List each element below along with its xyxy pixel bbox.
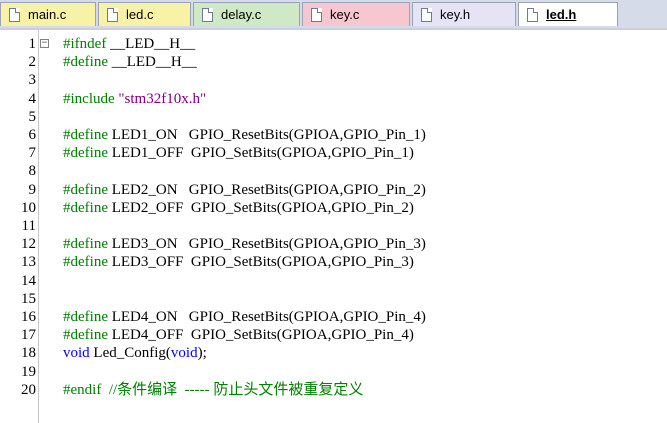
tab-key-h[interactable]: key.h xyxy=(412,2,516,26)
code-line: 14 xyxy=(0,273,667,289)
code-editor[interactable]: 1− #ifndef __LED__H__ 2 #define __LED__H__ 3… xyxy=(0,30,667,423)
line-number: 10 xyxy=(21,199,36,216)
tab-label: led.c xyxy=(126,7,154,22)
editor-tab-bar: main.c led.c delay.c key.c key.h led.h xyxy=(0,0,667,30)
file-icon xyxy=(527,7,538,22)
line-number: 19 xyxy=(21,363,36,380)
code-line: 5 xyxy=(0,109,667,125)
line-number: 4 xyxy=(28,90,37,107)
line-number: 17 xyxy=(21,327,36,344)
code-line: 7 #define LED1_OFF GPIO_SetBits(GPIOA,GPI… xyxy=(0,145,667,161)
tab-led-c[interactable]: led.c xyxy=(98,2,191,26)
line-number: 1 xyxy=(28,36,37,52)
code-line: 18 void Led_Config(void); xyxy=(0,345,667,361)
tab-main-c[interactable]: main.c xyxy=(0,2,96,26)
line-number: 15 xyxy=(21,290,36,307)
tab-led-h[interactable]: led.h xyxy=(518,2,618,26)
line-number: 16 xyxy=(21,309,36,325)
line-number: 6 xyxy=(28,127,37,143)
code-line: 16 #define LED4_ON GPIO_ResetBits(GPIOA,G… xyxy=(0,309,667,325)
code-line: 4 #include "stm32f10x.h" xyxy=(0,91,667,107)
line-number: 14 xyxy=(21,272,36,289)
line-number: 3 xyxy=(28,72,37,89)
tab-key-c[interactable]: key.c xyxy=(302,2,410,26)
code-line: 10 #define LED2_OFF GPIO_SetBits(GPIOA,GP… xyxy=(0,200,667,216)
code-line: 9 #define LED2_ON GPIO_ResetBits(GPIOA,GP… xyxy=(0,182,667,198)
line-number: 12 xyxy=(21,236,36,253)
code-text[interactable]: #define LED1_ON GPIO_ResetBits(GPIOA,GPI… xyxy=(63,127,426,143)
code-line: 6 #define LED1_ON GPIO_ResetBits(GPIOA,GP… xyxy=(0,127,667,143)
code-text[interactable]: #define LED3_ON GPIO_ResetBits(GPIOA,GPI… xyxy=(63,236,426,252)
code-line: 13 #define LED3_OFF GPIO_SetBits(GPIOA,GP… xyxy=(0,254,667,270)
line-number: 20 xyxy=(21,381,36,398)
code-text[interactable]: #define LED3_OFF GPIO_SetBits(GPIOA,GPIO… xyxy=(63,254,414,270)
code-line: 20 #endif //条件编译 ----- 防止头文件被重复定义 xyxy=(0,382,667,398)
tab-label: key.h xyxy=(440,7,471,22)
code-line: 3 xyxy=(0,72,667,88)
code-line: 1− #ifndef __LED__H__ xyxy=(0,36,667,52)
code-text[interactable]: #define LED2_OFF GPIO_SetBits(GPIOA,GPIO… xyxy=(63,200,414,216)
code-line: 11 xyxy=(0,218,667,234)
line-number: 9 xyxy=(28,181,37,198)
tab-label: led.h xyxy=(546,7,577,22)
code-line: 12 #define LED3_ON GPIO_ResetBits(GPIOA,G… xyxy=(0,236,667,252)
code-text[interactable]: #define LED1_OFF GPIO_SetBits(GPIOA,GPIO… xyxy=(63,145,414,161)
line-number: 8 xyxy=(28,163,37,180)
line-number: 11 xyxy=(21,218,36,234)
file-icon xyxy=(421,7,432,22)
file-icon xyxy=(202,7,213,22)
file-icon xyxy=(9,7,20,22)
code-line: 8 xyxy=(0,163,667,179)
code-text[interactable]: #define LED4_ON GPIO_ResetBits(GPIOA,GPI… xyxy=(63,309,426,325)
file-icon xyxy=(311,7,322,22)
file-icon xyxy=(107,7,118,22)
tab-label: delay.c xyxy=(221,7,262,22)
code-text[interactable]: #define LED2_ON GPIO_ResetBits(GPIOA,GPI… xyxy=(63,182,426,198)
code-text[interactable]: #endif //条件编译 ----- 防止头文件被重复定义 xyxy=(63,382,363,398)
line-number: 18 xyxy=(21,345,36,362)
code-line: 2 #define __LED__H__ xyxy=(0,54,667,70)
code-line: 17 #define LED4_OFF GPIO_SetBits(GPIOA,GP… xyxy=(0,327,667,343)
code-text[interactable]: #ifndef __LED__H__ xyxy=(63,36,195,52)
code-line: 15 xyxy=(0,291,667,307)
code-text[interactable]: void Led_Config(void); xyxy=(63,345,207,361)
line-number: 13 xyxy=(21,254,36,271)
line-number: 2 xyxy=(28,54,37,71)
line-number: 5 xyxy=(28,108,37,125)
code-text[interactable]: #define LED4_OFF GPIO_SetBits(GPIOA,GPIO… xyxy=(63,327,414,343)
line-number: 7 xyxy=(28,145,37,162)
code-text[interactable]: #include "stm32f10x.h" xyxy=(63,91,206,107)
code-text[interactable]: #define __LED__H__ xyxy=(63,54,197,70)
fold-toggle-icon[interactable]: − xyxy=(40,39,49,48)
tab-label: key.c xyxy=(330,7,360,22)
code-line: 19 xyxy=(0,364,667,380)
tab-label: main.c xyxy=(28,7,67,22)
tab-delay-c[interactable]: delay.c xyxy=(193,2,300,26)
